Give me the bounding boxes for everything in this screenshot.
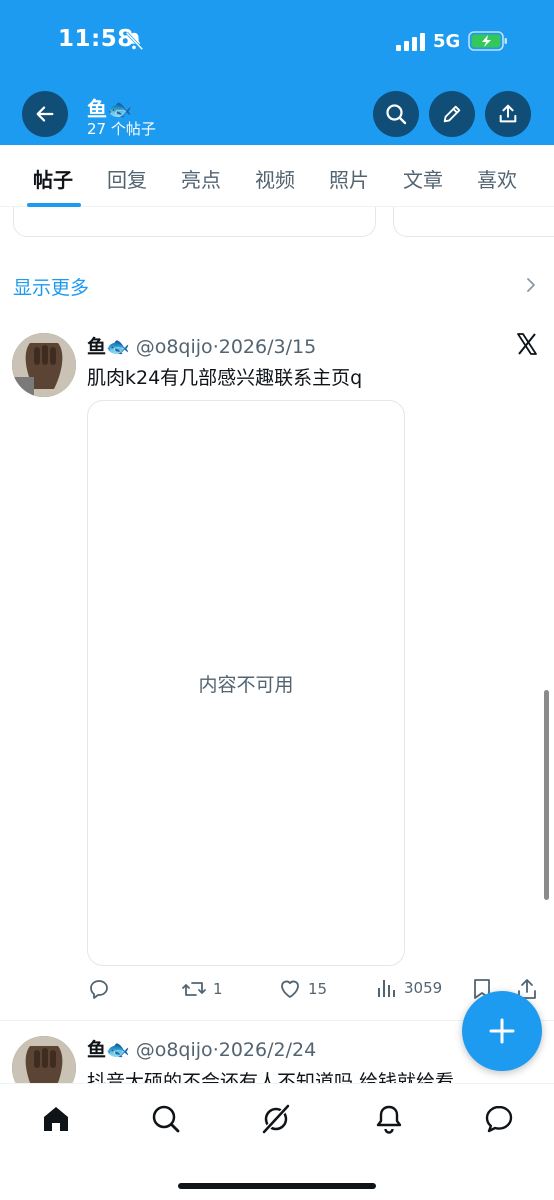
reply-button[interactable] (87, 977, 117, 1001)
avatar-image (12, 333, 76, 397)
share-icon (499, 104, 517, 123)
views-button[interactable]: 3059 (376, 977, 442, 999)
retweet-button[interactable]: 1 (181, 977, 223, 1001)
like-icon (281, 980, 299, 998)
home-icon (44, 1107, 68, 1131)
bell-off-icon (125, 31, 144, 51)
post-header: 鱼🐟 @o8qijo·2026/2/24 (87, 1039, 317, 1061)
like-button[interactable]: 15 (278, 977, 327, 1001)
media-unavailable-text: 内容不可用 (198, 673, 294, 696)
grok-icon (262, 1104, 290, 1134)
views-icon (378, 980, 395, 997)
messages-icon (485, 1105, 513, 1133)
post-handle[interactable]: @o8qijo (136, 1039, 213, 1061)
post-author-name[interactable]: 鱼🐟 (87, 1039, 130, 1061)
post-header: 鱼🐟 @o8qijo·2026/3/15 (87, 336, 317, 358)
tab-highlights[interactable]: 亮点 (181, 164, 221, 193)
bottom-navigation (0, 1083, 554, 1200)
views-count: 3059 (404, 979, 443, 997)
tab-photos[interactable]: 照片 (329, 164, 369, 193)
tab-replies[interactable]: 回复 (107, 164, 147, 193)
post-author-name[interactable]: 鱼🐟 (87, 336, 130, 358)
retweet-icon (182, 982, 206, 996)
back-button[interactable] (22, 91, 68, 137)
signal-icon (396, 33, 425, 51)
post-handle[interactable]: @o8qijo (136, 336, 213, 358)
tab-videos[interactable]: 视频 (255, 164, 295, 193)
scrollbar[interactable] (544, 690, 549, 900)
post-date: 2026/2/24 (218, 1039, 317, 1061)
tab-posts[interactable]: 帖子 (33, 164, 73, 193)
profile-header: 11:58 5G 鱼🐟 27 个帖子 (0, 0, 554, 145)
back-arrow-icon (36, 106, 54, 122)
nav-notifications[interactable] (372, 1102, 406, 1136)
post-text: 肌肉k24有几部感兴趣联系主页q (87, 367, 363, 389)
bell-icon (376, 1105, 402, 1134)
nav-home[interactable] (39, 1102, 73, 1136)
tab-articles[interactable]: 文章 (403, 164, 443, 193)
search-icon (386, 104, 407, 125)
post-count: 27 个帖子 (87, 120, 156, 138)
search-button[interactable] (373, 91, 419, 137)
battery-icon (468, 31, 507, 51)
network-label: 5G (433, 31, 461, 52)
tab-likes[interactable]: 喜欢 (477, 164, 517, 193)
like-count: 15 (308, 980, 328, 998)
explore-icon (152, 1105, 180, 1133)
post-date: 2026/3/15 (218, 336, 317, 358)
edit-button[interactable] (429, 91, 475, 137)
post-actions: 1 15 3059 (0, 977, 554, 1003)
plus-icon (489, 1018, 515, 1044)
retweet-count: 1 (213, 980, 223, 998)
profile-tabs: 帖子 回复 亮点 视频 照片 文章 喜欢 (0, 145, 554, 207)
media-placeholder[interactable]: 内容不可用 (87, 400, 405, 966)
avatar[interactable] (12, 333, 76, 397)
chevron-right-icon (527, 278, 535, 292)
compose-button[interactable] (462, 991, 542, 1071)
x-logo-icon (517, 333, 537, 355)
nav-explore[interactable] (149, 1102, 183, 1136)
nav-messages[interactable] (482, 1102, 516, 1136)
share-button[interactable] (485, 91, 531, 137)
edit-icon (443, 105, 461, 123)
show-more-link[interactable]: 显示更多 (13, 273, 89, 300)
reply-icon (90, 980, 108, 999)
home-indicator (178, 1183, 376, 1189)
nav-grok[interactable] (259, 1102, 293, 1136)
active-tab-indicator (27, 203, 81, 207)
